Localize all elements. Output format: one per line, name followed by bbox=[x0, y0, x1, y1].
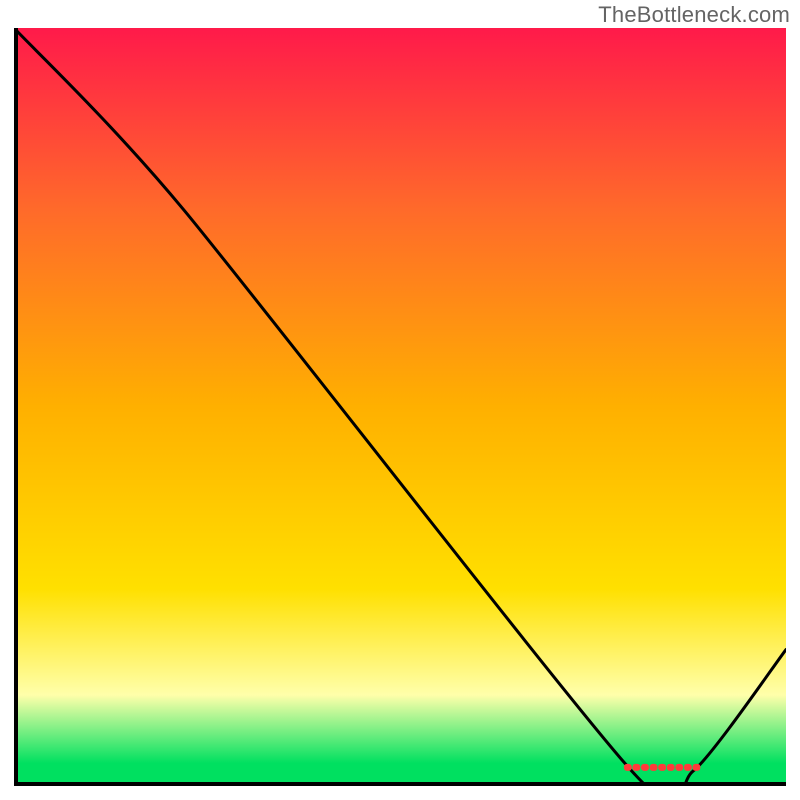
bottleneck-chart bbox=[14, 28, 786, 786]
chart-container: TheBottleneck.com bbox=[0, 0, 800, 800]
attribution-label: TheBottleneck.com bbox=[598, 2, 790, 28]
